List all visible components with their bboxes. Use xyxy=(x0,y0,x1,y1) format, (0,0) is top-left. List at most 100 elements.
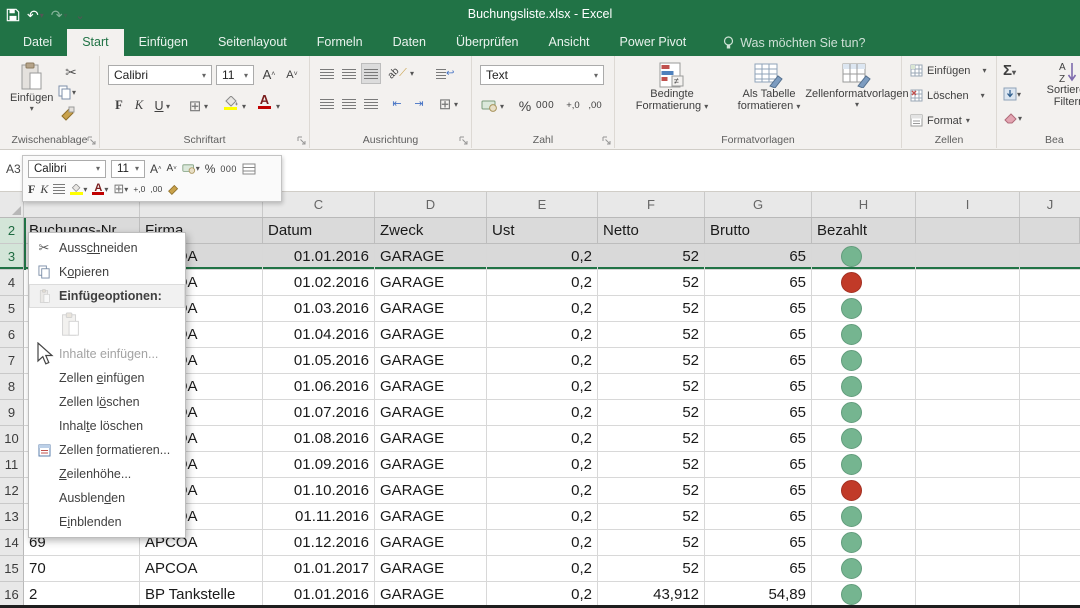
merge-center-dropdown[interactable]: ▾ xyxy=(454,100,458,109)
paste-button[interactable]: Einfügen ▾ xyxy=(10,62,53,113)
menu-item-paste-options[interactable]: Einfügeoptionen: xyxy=(29,284,185,308)
increase-font-button[interactable]: A˄ xyxy=(260,65,278,84)
row-header[interactable]: 4 xyxy=(0,270,24,296)
cell-netto[interactable]: 52 xyxy=(598,452,705,478)
cell-zweck[interactable]: GARAGE xyxy=(375,452,487,478)
cell-empty[interactable] xyxy=(916,244,1020,270)
mini-format-painter-button[interactable] xyxy=(167,183,180,196)
delete-cells-button[interactable]: Löschen▾ xyxy=(910,89,985,102)
cell-ust[interactable]: Ust xyxy=(487,218,598,244)
cell-netto[interactable]: 52 xyxy=(598,322,705,348)
cell-brutto[interactable]: 65 xyxy=(705,478,812,504)
paid-cell[interactable] xyxy=(812,504,916,530)
cell-zweck[interactable]: GARAGE xyxy=(375,400,487,426)
number-dialog-launcher[interactable] xyxy=(602,136,611,145)
row-header[interactable]: 11 xyxy=(0,452,24,478)
paid-cell[interactable] xyxy=(812,400,916,426)
cell-zweck[interactable]: GARAGE xyxy=(375,478,487,504)
cell-zweck[interactable]: GARAGE xyxy=(375,270,487,296)
paid-cell[interactable] xyxy=(812,322,916,348)
cell-ust[interactable]: 0,2 xyxy=(487,452,598,478)
cell-netto[interactable]: 52 xyxy=(598,244,705,270)
cell-empty[interactable] xyxy=(1020,504,1080,530)
cell-ust[interactable]: 0,2 xyxy=(487,322,598,348)
cell-netto[interactable]: 52 xyxy=(598,270,705,296)
cell-zweck[interactable]: GARAGE xyxy=(375,530,487,556)
cell-zweck[interactable]: GARAGE xyxy=(375,296,487,322)
paid-cell[interactable] xyxy=(812,244,916,270)
wrap-text-button[interactable]: ↩ xyxy=(436,64,454,83)
tab-einfuegen[interactable]: Einfügen xyxy=(124,29,203,56)
cell-netto[interactable]: 52 xyxy=(598,478,705,504)
cell-brutto[interactable]: 65 xyxy=(705,504,812,530)
cell-datum[interactable]: 01.06.2016 xyxy=(263,374,375,400)
mini-font-color-button[interactable]: A ▾ xyxy=(92,184,108,195)
align-center-button[interactable] xyxy=(340,94,358,113)
cell-empty[interactable] xyxy=(1020,374,1080,400)
cell-empty[interactable] xyxy=(916,426,1020,452)
align-top-button[interactable] xyxy=(318,64,336,83)
decrease-indent-button[interactable]: ⇤ xyxy=(388,94,406,113)
cell-datum[interactable]: 01.03.2016 xyxy=(263,296,375,322)
fill-color-button[interactable] xyxy=(224,96,239,110)
clear-button[interactable]: ▾ xyxy=(1003,112,1022,124)
cell-brutto[interactable]: 65 xyxy=(705,322,812,348)
cell-datum[interactable]: 01.11.2016 xyxy=(263,504,375,530)
cell-datum[interactable]: 01.10.2016 xyxy=(263,478,375,504)
cell-empty[interactable] xyxy=(916,218,1020,244)
format-cells-button[interactable]: Format▾ xyxy=(910,114,970,127)
row-header[interactable]: 14 xyxy=(0,530,24,556)
cell-empty[interactable] xyxy=(1020,556,1080,582)
bold-button[interactable]: F xyxy=(110,96,128,115)
cell-zweck[interactable]: GARAGE xyxy=(375,556,487,582)
cell-empty[interactable] xyxy=(916,296,1020,322)
mini-accounting-button[interactable]: ▾ xyxy=(182,163,200,174)
mini-increase-decimal-button[interactable]: +,0 xyxy=(133,184,145,194)
menu-item-insert-cells[interactable]: Zellen einfügen xyxy=(29,366,185,390)
cell-netto[interactable]: 52 xyxy=(598,504,705,530)
alignment-dialog-launcher[interactable] xyxy=(459,136,468,145)
paid-cell[interactable] xyxy=(812,296,916,322)
number-format-select[interactable]: Text▾ xyxy=(480,65,604,85)
mini-decrease-font-button[interactable]: A˅ xyxy=(167,163,177,174)
cell-zweck[interactable]: GARAGE xyxy=(375,244,487,270)
cell-brutto[interactable]: Brutto xyxy=(705,218,812,244)
font-color-dropdown[interactable]: ▾ xyxy=(276,102,280,111)
cell-datum[interactable]: Datum xyxy=(263,218,375,244)
menu-item-cut[interactable]: ✂ Ausschneiden xyxy=(29,236,185,260)
tab-datei[interactable]: Datei xyxy=(8,29,67,56)
cell-ust[interactable]: 0,2 xyxy=(487,348,598,374)
tab-seitenlayout[interactable]: Seitenlayout xyxy=(203,29,302,56)
cell-brutto[interactable]: 65 xyxy=(705,374,812,400)
cell-empty[interactable] xyxy=(916,400,1020,426)
paid-cell[interactable] xyxy=(812,348,916,374)
cell-styles-button[interactable]: Zellenformatvorlagen ▾ xyxy=(815,62,899,109)
paid-cell[interactable] xyxy=(812,374,916,400)
row-header[interactable]: 2 xyxy=(0,218,24,244)
menu-item-copy[interactable]: Kopieren xyxy=(29,260,185,284)
cell-zweck[interactable]: GARAGE xyxy=(375,374,487,400)
cell-zweck[interactable]: Zweck xyxy=(375,218,487,244)
font-dialog-launcher[interactable] xyxy=(297,136,306,145)
merge-center-button[interactable]: ⊞ xyxy=(436,94,454,113)
row-header[interactable]: 7 xyxy=(0,348,24,374)
cell-empty[interactable] xyxy=(1020,270,1080,296)
cell-zweck[interactable]: GARAGE xyxy=(375,504,487,530)
menu-item-row-height[interactable]: Zeilenhöhe... xyxy=(29,462,185,486)
menu-item-unhide[interactable]: Einblenden xyxy=(29,510,185,534)
paid-cell[interactable] xyxy=(812,556,916,582)
cell-ust[interactable]: 0,2 xyxy=(487,296,598,322)
cell-datum[interactable]: 01.02.2016 xyxy=(263,270,375,296)
copy-button[interactable]: ▾ xyxy=(58,85,76,100)
cell-ust[interactable]: 0,2 xyxy=(487,244,598,270)
mini-fill-color-button[interactable]: ▾ xyxy=(70,184,87,195)
row-header[interactable]: 15 xyxy=(0,556,24,582)
cell-empty[interactable] xyxy=(1020,530,1080,556)
column-header-i[interactable]: I xyxy=(916,192,1020,217)
column-header-d[interactable]: D xyxy=(375,192,487,217)
cell-empty[interactable] xyxy=(1020,426,1080,452)
cell-datum[interactable]: 01.07.2016 xyxy=(263,400,375,426)
row-header[interactable]: 8 xyxy=(0,374,24,400)
borders-button[interactable]: ⊞ xyxy=(186,96,204,115)
cell-empty[interactable] xyxy=(1020,452,1080,478)
